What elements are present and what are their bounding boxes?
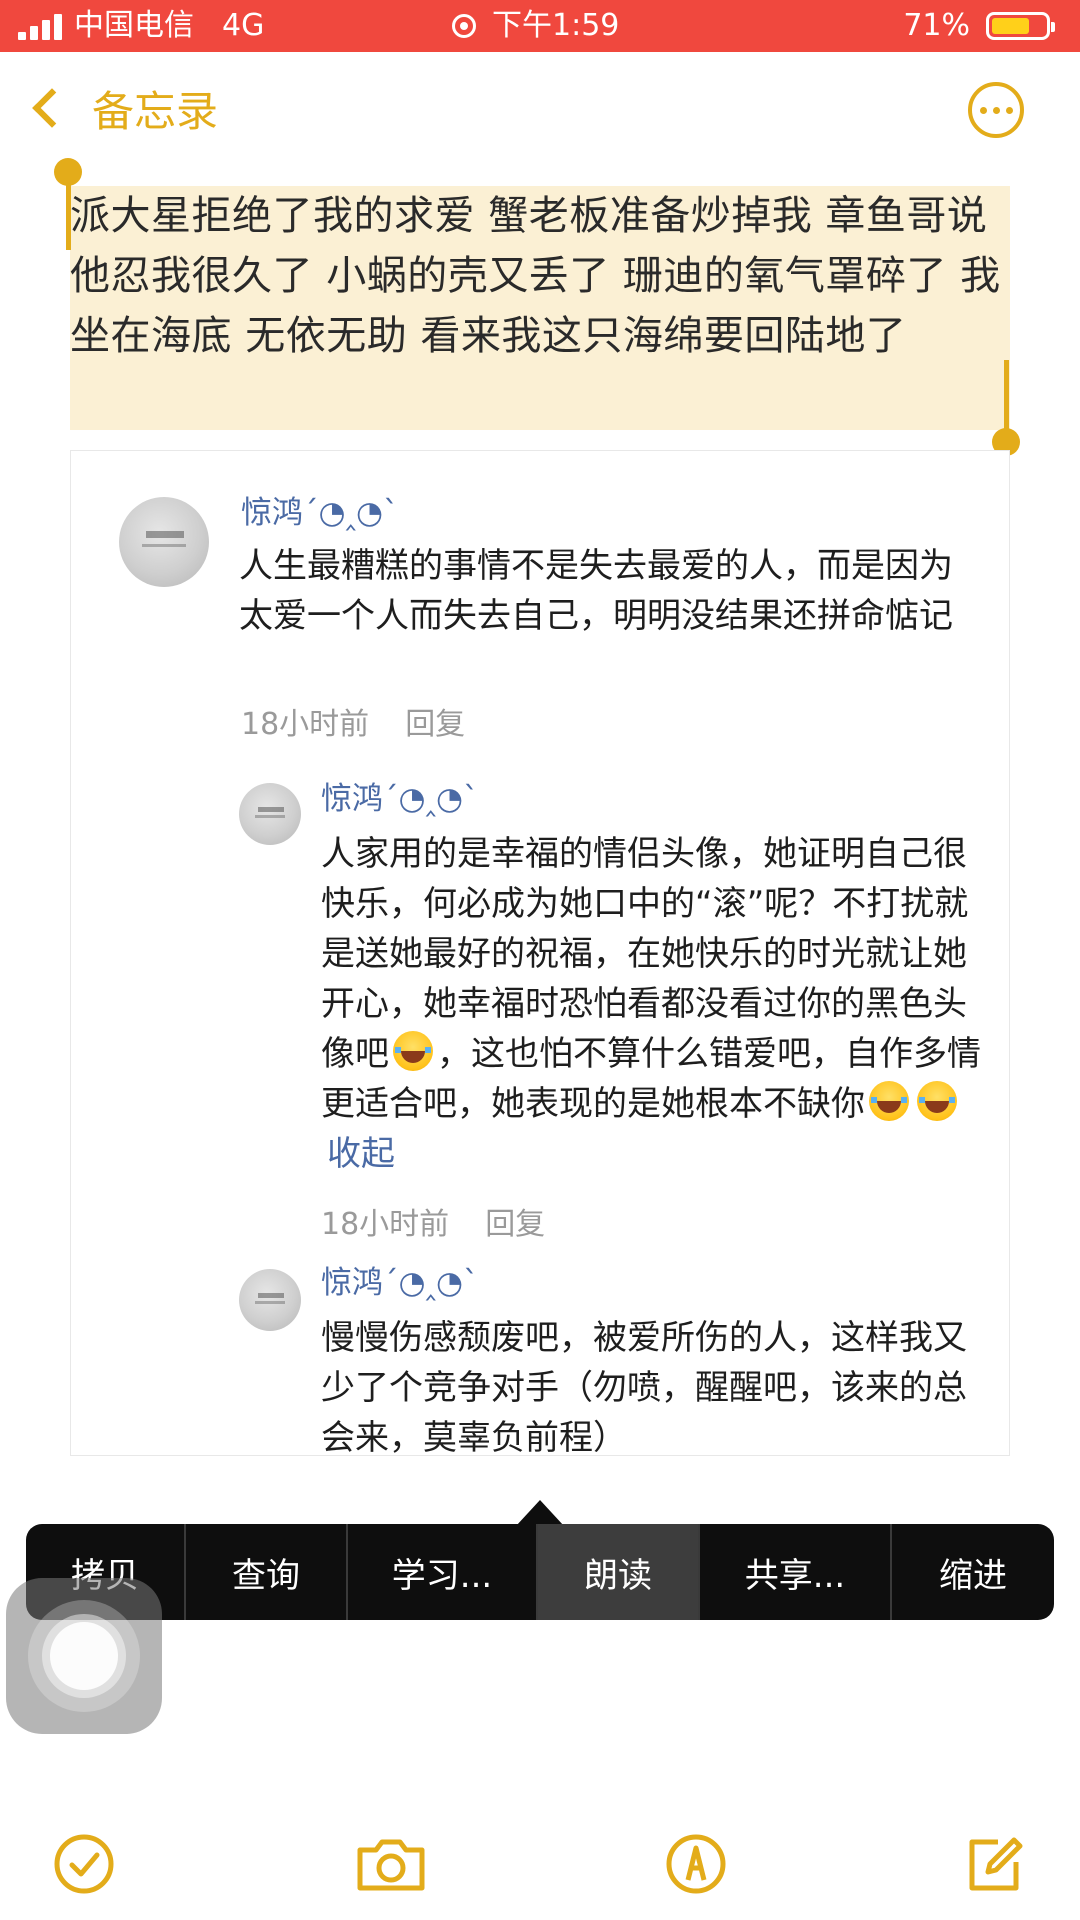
signal-icon — [18, 14, 64, 40]
comment-text: 慢慢伤感颓废吧，被爱所伤的人，这样我又少了个竞争对手（勿喷，醒醒吧，该来的总会来… — [321, 1318, 967, 1456]
comment-time: 18小时前 — [241, 707, 370, 742]
carrier-label: 中国电信 — [74, 8, 194, 43]
assistive-touch-button[interactable] — [6, 1578, 162, 1734]
comment-meta: 18小时前 回复 — [241, 699, 465, 743]
edit-menu-pointer — [516, 1500, 564, 1526]
comment-time: 18小时前 — [321, 1207, 450, 1242]
status-bar: 中国电信 4G 下午1:59 71% — [0, 0, 1080, 52]
selection-start-handle[interactable] — [54, 158, 82, 250]
clock: 下午1:59 — [452, 0, 619, 52]
selection-end-handle[interactable] — [992, 360, 1020, 456]
comment-text: 人生最糟糕的事情不是失去最爱的人，而是因为太爱一个人而失去自己，明明没结果还拼命… — [239, 546, 953, 636]
avatar — [239, 783, 301, 845]
compose-icon[interactable] — [962, 1832, 1026, 1896]
time-label: 下午1:59 — [492, 8, 620, 43]
comment-author: 惊鸿´◔‸◔` — [321, 1265, 479, 1301]
more-options-button[interactable] — [968, 82, 1024, 138]
edit-menu: 拷贝 查询 学习... 朗读 共享... 缩进 — [26, 1524, 1054, 1620]
checklist-icon[interactable] — [52, 1832, 116, 1896]
back-button[interactable]: 备忘录 — [28, 78, 218, 138]
comment-author: 惊鸿´◔‸◔` — [321, 781, 479, 817]
collapse-link[interactable]: 收起 — [327, 1134, 395, 1174]
tears-of-joy-emoji — [869, 1081, 909, 1121]
embedded-comment-image[interactable]: 惊鸿´◔‸◔` 人生最糟糕的事情不是失去最爱的人，而是因为太爱一个人而失去自己，… — [70, 450, 1010, 1456]
avatar — [119, 497, 209, 587]
markup-icon[interactable] — [664, 1832, 728, 1896]
menu-share[interactable]: 共享... — [700, 1524, 892, 1620]
reply-button[interactable]: 回复 — [405, 707, 465, 742]
menu-speak[interactable]: 朗读 — [538, 1524, 700, 1620]
comment-author: 惊鸿´◔‸◔` — [241, 495, 399, 531]
tears-of-joy-emoji — [393, 1031, 433, 1071]
menu-learn[interactable]: 学习... — [348, 1524, 538, 1620]
comment-text: 人家用的是幸福的情侣头像，她证明自己很快乐，何必成为她口中的“滚”呢？不打扰就是… — [321, 834, 981, 1174]
location-icon — [452, 14, 476, 38]
menu-lookup[interactable]: 查询 — [186, 1524, 348, 1620]
back-label: 备忘录 — [92, 86, 219, 136]
menu-indent[interactable]: 缩进 — [892, 1524, 1054, 1620]
network-type: 4G — [222, 8, 265, 43]
camera-icon[interactable] — [354, 1832, 428, 1896]
tears-of-joy-emoji — [917, 1081, 957, 1121]
battery-percent: 71% — [903, 8, 970, 43]
battery-icon — [986, 12, 1055, 40]
avatar — [239, 1269, 301, 1331]
chevron-left-icon — [32, 88, 72, 128]
note-body-text[interactable]: 派大星拒绝了我的求爱 蟹老板准备炒掉我 章鱼哥说他忍我很久了 小蜗的壳又丢了 珊… — [70, 186, 1014, 366]
reply-button[interactable]: 回复 — [485, 1207, 545, 1242]
comment-meta: 18小时前 回复 — [321, 1199, 545, 1243]
